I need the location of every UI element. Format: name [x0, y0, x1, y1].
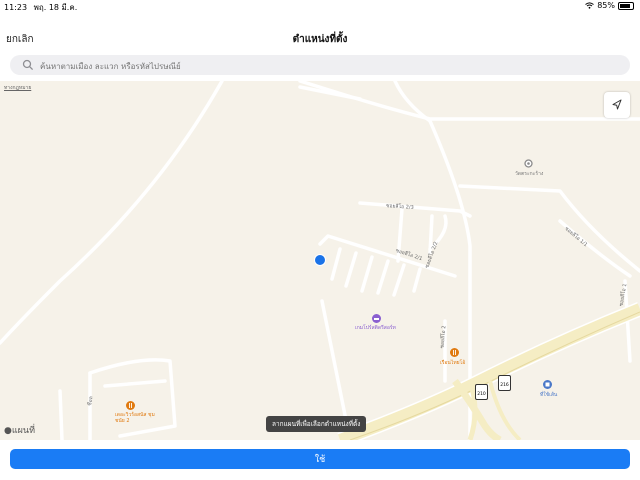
location-arrow-icon: [612, 99, 622, 110]
route-shield: 210: [475, 384, 488, 400]
use-button[interactable]: ใช้: [10, 449, 630, 469]
poi-label: เดอะวิวร้อสนัส ชุมชนัย 2: [115, 412, 155, 424]
user-location-marker[interactable]: [315, 255, 325, 265]
status-right: 85%: [585, 1, 634, 10]
wifi-icon: [585, 2, 595, 9]
status-bar: 11:23 พฤ. 18 มี.ค. 85%: [0, 0, 640, 13]
apple-icon: ●: [4, 426, 12, 436]
search-bar[interactable]: [10, 55, 630, 75]
battery-icon: [618, 1, 634, 10]
legal-link[interactable]: ทางกฎหมาย: [4, 84, 31, 92]
building-icon: [543, 380, 552, 389]
battery-percent: 85%: [597, 1, 615, 10]
page-title: ตำแหน่งที่ตั้ง: [292, 34, 348, 45]
poi-label: เกมโปร์สติดรีสอร์ท: [355, 325, 396, 331]
temple-icon: [524, 159, 533, 168]
locate-button[interactable]: [604, 92, 630, 118]
route-shield: 216: [498, 375, 511, 391]
route-shield-label: 216: [500, 383, 509, 388]
status-time: 11:23: [4, 3, 28, 12]
status-date: พฤ. 18 มี.ค.: [33, 3, 78, 12]
restaurant-icon: [126, 401, 135, 410]
cancel-button[interactable]: ยกเลิก: [6, 32, 34, 47]
maps-logo: ●แผนที่: [4, 423, 35, 437]
poi-label: เรือนไทยโอ้: [440, 360, 466, 366]
poi-label: ที่ใช้เส้น: [540, 392, 558, 398]
nav-bar: ตำแหน่งที่ตั้ง ยกเลิก: [0, 24, 640, 52]
poi-label: วัดตระกะร้าง: [515, 171, 544, 177]
drag-hint: ลากแผนที่เพื่อเลือกตำแหน่งที่ตั้ง: [266, 416, 367, 432]
route-shield-label: 210: [477, 392, 486, 397]
maps-logo-text: แผนที่: [11, 426, 36, 436]
search-icon: [22, 59, 34, 71]
restaurant-icon: [450, 348, 459, 357]
status-left: 11:23 พฤ. 18 มี.ค.: [4, 1, 77, 14]
battery-fill: [620, 3, 631, 8]
search-input[interactable]: [38, 57, 622, 75]
map-view[interactable]: ทางกฎหมาย ซอยลีโอ 2/3 ซอยลีโอ 2/1 ซอยลีโ…: [0, 81, 640, 440]
hotel-icon: [372, 314, 381, 323]
street-label: ซีอล: [86, 395, 95, 407]
